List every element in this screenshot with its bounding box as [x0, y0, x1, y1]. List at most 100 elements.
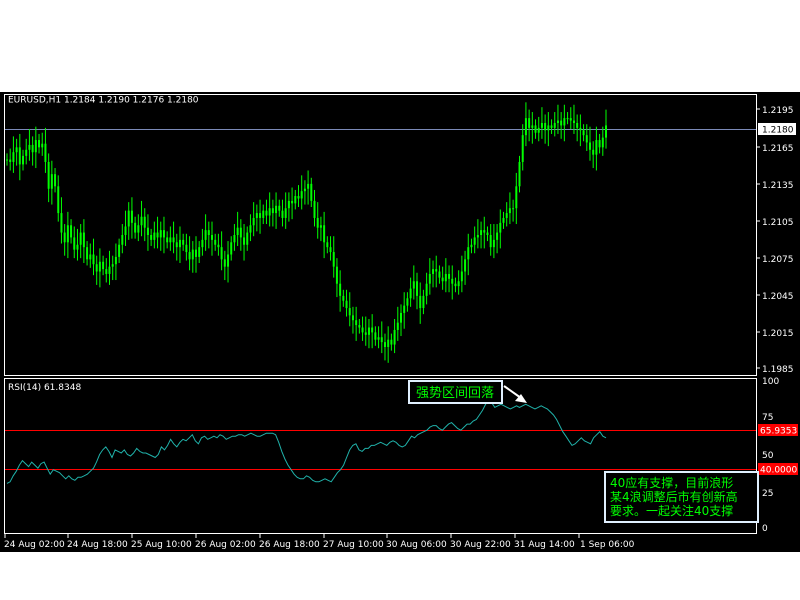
price-tick: 1.2015 — [762, 329, 794, 339]
time-label: 26 Aug 18:00 — [259, 540, 320, 550]
candle-body — [435, 269, 438, 272]
candle-body — [108, 266, 111, 274]
candle-body — [342, 295, 345, 301]
note-line-1: 40应有支撑，目前浪形 — [610, 475, 733, 490]
candle-body — [339, 283, 342, 296]
candle-body — [560, 120, 563, 126]
candle-body — [464, 259, 467, 272]
candle-body — [60, 213, 63, 233]
candle-body — [134, 222, 137, 233]
candle-body — [284, 208, 287, 218]
candle-body — [377, 337, 380, 340]
candle-body — [432, 269, 435, 274]
time-axis: 24 Aug 02:00 24 Aug 18:00 25 Aug 10:00 2… — [4, 534, 635, 550]
candle-body — [572, 120, 575, 123]
candle-body — [524, 118, 527, 136]
candle-body — [588, 142, 591, 150]
candle-body — [393, 329, 396, 345]
candle-body — [454, 283, 457, 287]
candle-body — [563, 118, 566, 126]
candle-body — [496, 232, 499, 240]
candle-body — [220, 247, 223, 260]
candle-body — [207, 230, 210, 235]
candle-body — [98, 261, 101, 272]
candle-body — [178, 239, 181, 248]
candle-body — [601, 137, 604, 148]
time-label: 31 Aug 14:00 — [514, 540, 575, 550]
candle-body — [12, 152, 15, 162]
candle-body — [118, 244, 121, 257]
annotation-strong-zone: 强势区间回落 — [408, 380, 527, 404]
candle-body — [44, 143, 47, 162]
candle-body — [82, 232, 85, 248]
candle-body — [457, 281, 460, 287]
candle-body — [300, 191, 303, 199]
candle-body — [297, 196, 300, 199]
candle-body — [214, 239, 217, 245]
candle-body — [374, 332, 377, 340]
candle-body — [198, 247, 201, 257]
candle-body — [268, 208, 271, 216]
price-panel-header: EURUSD,H1 1.2184 1.2190 1.2176 1.2180 — [8, 96, 199, 106]
rsi-level-low-label: 40.0000 — [760, 466, 797, 476]
candle-body — [364, 332, 367, 335]
candle-body — [121, 235, 124, 245]
candle-body — [518, 161, 521, 187]
candle-body — [556, 120, 559, 123]
candle-body — [383, 342, 386, 347]
candle-body — [172, 237, 175, 243]
chart-canvas[interactable]: EURUSD,H1 1.2184 1.2190 1.2176 1.2180 RS… — [0, 92, 800, 552]
time-label: 27 Aug 10:00 — [323, 540, 384, 550]
candle-body — [307, 183, 310, 189]
candle-body — [528, 118, 531, 128]
rsi-panel-header: RSI(14) 61.8348 — [8, 383, 81, 393]
candle-body — [38, 140, 41, 148]
candle-body — [313, 200, 316, 218]
candle-body — [515, 186, 518, 209]
rsi-tick: 50 — [762, 451, 774, 461]
time-label: 24 Aug 18:00 — [67, 540, 128, 550]
candle-body — [95, 264, 98, 272]
candle-body — [460, 271, 463, 282]
candle-body — [227, 254, 230, 267]
chart-window[interactable]: EURUSD,H1 1.2184 1.2190 1.2176 1.2180 RS… — [0, 92, 800, 552]
candle-body — [281, 210, 284, 218]
candle-body — [448, 273, 451, 279]
candle-body — [236, 227, 239, 235]
candle-body — [310, 183, 313, 201]
candle-body — [262, 210, 265, 218]
candle-body — [111, 264, 114, 267]
candle-body — [582, 130, 585, 136]
candle-body — [146, 227, 149, 235]
candle-body — [512, 208, 515, 210]
price-panel-frame — [4, 94, 757, 376]
candle-body — [537, 127, 540, 133]
candle-body — [124, 226, 127, 235]
candle-body — [416, 281, 419, 296]
candle-body — [217, 244, 220, 248]
price-tick: 1.2135 — [762, 181, 794, 191]
candle-body — [480, 230, 483, 235]
candle-body — [230, 242, 233, 255]
candle-body — [156, 232, 159, 238]
candle-body — [489, 235, 492, 248]
candle-body — [406, 298, 409, 306]
candle-body — [505, 213, 508, 218]
candle-body — [9, 159, 12, 162]
rsi-level-high-label: 65.9353 — [760, 427, 797, 437]
candle-body — [444, 273, 447, 282]
candle-body — [550, 125, 553, 128]
candle-body — [579, 127, 582, 131]
candle-body — [249, 225, 252, 233]
candle-body — [547, 125, 550, 131]
candle-body — [86, 247, 89, 260]
price-tick: 1.2075 — [762, 255, 794, 265]
candle-body — [358, 325, 361, 328]
candle-body — [294, 196, 297, 204]
candle-body — [25, 149, 28, 156]
candle-body — [63, 232, 66, 243]
candle-body — [569, 118, 572, 121]
candle-body — [102, 261, 105, 270]
candle-body — [287, 200, 290, 209]
candle-body — [585, 135, 588, 143]
